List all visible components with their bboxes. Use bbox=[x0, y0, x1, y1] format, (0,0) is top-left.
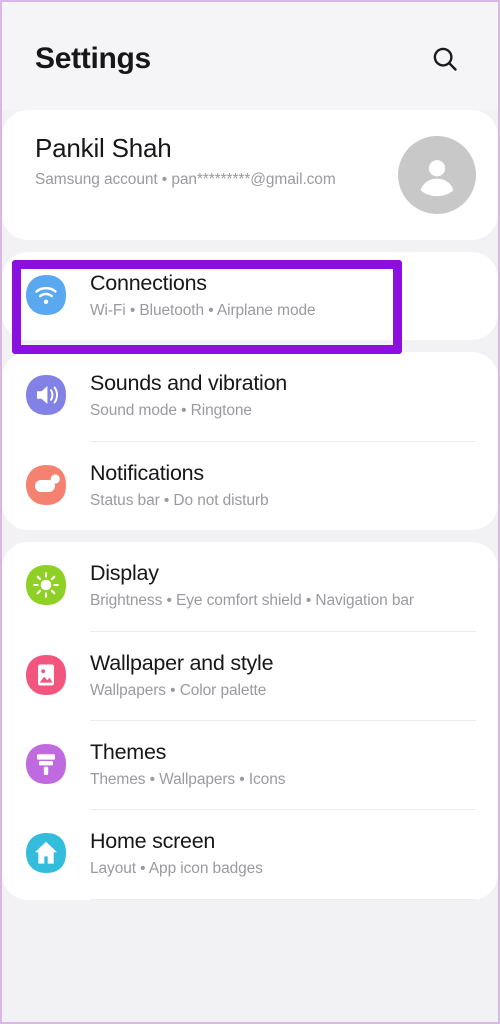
row-title: Sounds and vibration bbox=[90, 371, 288, 396]
notification-bubble-icon bbox=[24, 463, 68, 507]
settings-row-notifications[interactable]: Notifications Status bar • Do not distur… bbox=[2, 442, 498, 530]
page-title: Settings bbox=[35, 42, 151, 75]
row-subtitle: Sound mode • Ringtone bbox=[90, 402, 252, 420]
sound-notifications-card[interactable]: Sounds and vibration Sound mode • Ringto… bbox=[2, 352, 498, 531]
settings-row-connections[interactable]: Connections Wi-Fi • Bluetooth • Airplane… bbox=[2, 252, 498, 340]
row-title: Connections bbox=[90, 271, 207, 295]
home-house-icon bbox=[24, 831, 68, 875]
photo-image-icon bbox=[24, 653, 68, 697]
row-title: Display bbox=[90, 561, 159, 586]
settings-row-wallpaper-and-style[interactable]: Wallpaper and style Wallpapers • Color p… bbox=[2, 632, 498, 720]
row-title: Notifications bbox=[90, 460, 204, 485]
speaker-icon bbox=[24, 373, 68, 417]
row-text-block: Wallpaper and style Wallpapers • Color p… bbox=[68, 651, 478, 701]
row-title: Themes bbox=[90, 739, 167, 764]
row-subtitle: Wi-Fi • Bluetooth • Airplane mode bbox=[90, 301, 316, 319]
app-header: Settings bbox=[2, 2, 498, 110]
row-text-block: Sounds and vibration Sound mode • Ringto… bbox=[68, 371, 478, 421]
connections-card[interactable]: Connections Wi-Fi • Bluetooth • Airplane… bbox=[2, 252, 498, 341]
row-title: Home screen bbox=[90, 829, 216, 854]
row-subtitle: Themes • Wallpapers • Icons bbox=[90, 770, 286, 788]
profile-text-block: Pankil Shah Samsung account • pan*******… bbox=[35, 133, 398, 191]
paint-brush-icon bbox=[24, 742, 68, 786]
row-subtitle: Layout • App icon badges bbox=[90, 860, 263, 878]
connections-highlight-wrapper: Connections Wi-Fi • Bluetooth • Airplane… bbox=[2, 252, 498, 354]
samsung-account-row[interactable]: Pankil Shah Samsung account • pan*******… bbox=[2, 110, 498, 240]
row-text-block: Themes Themes • Wallpapers • Icons bbox=[68, 740, 478, 790]
settings-row-themes[interactable]: Themes Themes • Wallpapers • Icons bbox=[2, 721, 498, 809]
settings-row-display[interactable]: Display Brightness • Eye comfort shield … bbox=[2, 542, 498, 630]
row-text-block: Home screen Layout • App icon badges bbox=[68, 829, 478, 879]
settings-scroll-area[interactable]: Pankil Shah Samsung account • pan*******… bbox=[2, 110, 498, 900]
row-divider bbox=[90, 898, 476, 900]
search-icon[interactable] bbox=[422, 36, 468, 82]
row-subtitle: Brightness • Eye comfort shield • Naviga… bbox=[90, 592, 414, 610]
row-text-block: Notifications Status bar • Do not distur… bbox=[68, 461, 478, 511]
personalization-card[interactable]: Display Brightness • Eye comfort shield … bbox=[2, 542, 498, 900]
row-subtitle: Wallpapers • Color palette bbox=[90, 681, 267, 699]
profile-subtitle: Samsung account • pan*********@gmail.com bbox=[35, 171, 336, 189]
settings-row-home-screen[interactable]: Home screen Layout • App icon badges bbox=[2, 810, 498, 898]
wifi-icon bbox=[24, 273, 68, 317]
brightness-sun-icon bbox=[24, 563, 68, 607]
profile-name: Pankil Shah bbox=[35, 133, 172, 163]
settings-row-sounds-and-vibration[interactable]: Sounds and vibration Sound mode • Ringto… bbox=[2, 352, 498, 440]
row-text-block: Display Brightness • Eye comfort shield … bbox=[68, 561, 478, 611]
person-avatar-icon[interactable] bbox=[398, 136, 476, 214]
settings-app-screen: Settings Pankil Shah Samsung account • p… bbox=[0, 0, 500, 1024]
row-title: Wallpaper and style bbox=[90, 650, 274, 675]
row-text-block: Connections Wi-Fi • Bluetooth • Airplane… bbox=[68, 271, 478, 321]
row-subtitle: Status bar • Do not disturb bbox=[90, 491, 269, 509]
profile-card[interactable]: Pankil Shah Samsung account • pan*******… bbox=[2, 110, 498, 240]
